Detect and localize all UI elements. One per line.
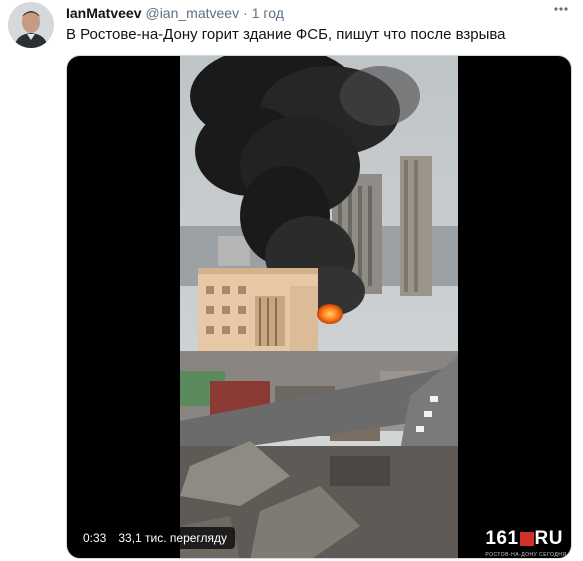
watermark-subtext: РОСТОВ-НА-ДОНУ СЕГОДНЯ <box>485 552 567 558</box>
watermark-square-icon <box>519 532 534 546</box>
more-dots-icon[interactable] <box>551 0 571 20</box>
video-frame <box>180 56 458 558</box>
separator-dot: · <box>243 5 248 21</box>
video-views: 33,1 тис. перегляду <box>118 531 228 545</box>
avatar-portrait <box>8 2 54 48</box>
watermark-ru: RU <box>534 528 563 549</box>
video-duration: 0:33 <box>83 531 107 545</box>
watermark-number: 161 <box>485 528 519 549</box>
tweet-header: IanMatveev @ian_matveev · 1 год <box>66 4 284 22</box>
video-still <box>180 56 458 558</box>
tweet-time[interactable]: 1 год <box>252 5 284 21</box>
author-handle[interactable]: @ian_matveev <box>145 5 239 21</box>
tweet-text: В Ростове-на-Дону горит здание ФСБ, пишу… <box>66 26 506 43</box>
watermark-logo: 161 RU РОСТОВ-НА-ДОНУ СЕГОДНЯ <box>485 528 566 558</box>
author-name[interactable]: IanMatveev <box>66 5 141 21</box>
video-player[interactable]: 0:33 33,1 тис. перегляду 161 RU РОСТОВ-Н… <box>66 55 572 559</box>
video-stats-overlay: 0:33 33,1 тис. перегляду <box>75 527 236 549</box>
avatar[interactable] <box>8 2 54 48</box>
